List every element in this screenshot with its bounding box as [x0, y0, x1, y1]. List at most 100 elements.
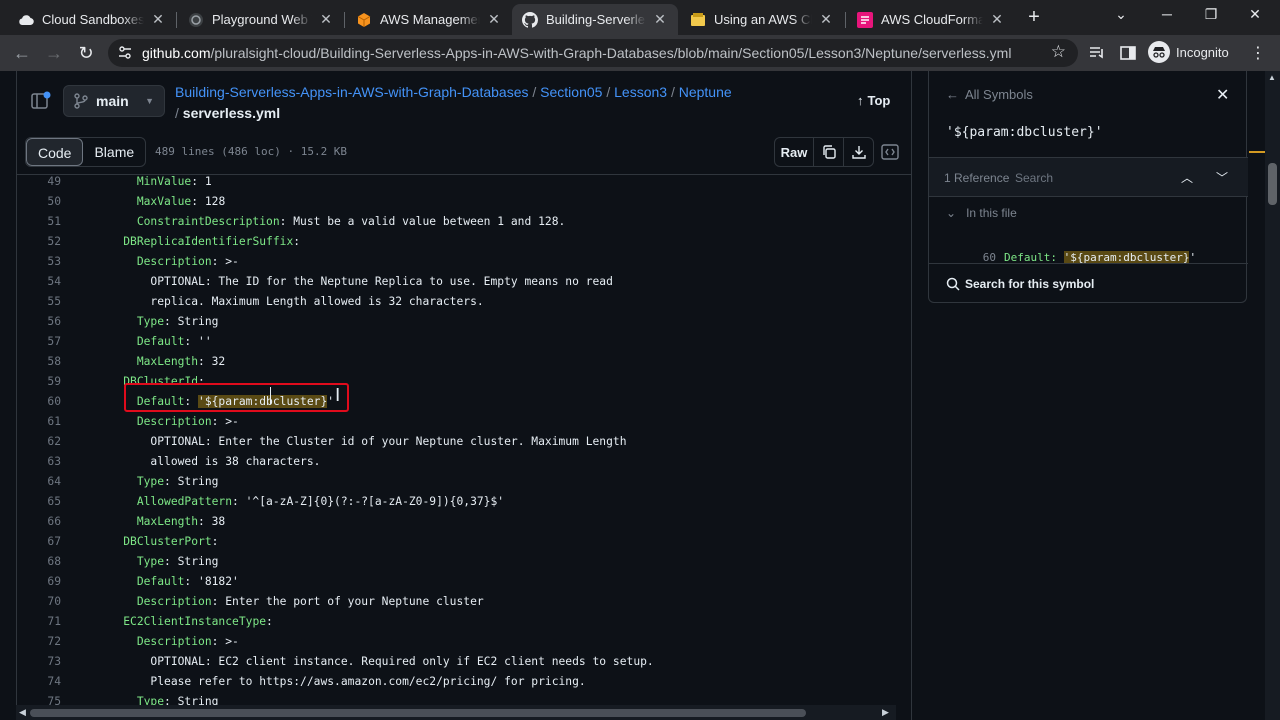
chevron-down-icon[interactable]: ﹀ [1216, 169, 1228, 186]
tab-aws-management[interactable]: AWS Management ✕ [346, 4, 512, 35]
close-icon[interactable]: ✕ [486, 11, 502, 28]
code-view[interactable]: 49 MinValue: 1 50 MaxValue: 128 51 Constra… [17, 175, 911, 708]
code-line[interactable]: 53 Description: >- [17, 252, 911, 272]
line-number[interactable]: 55 [17, 292, 61, 312]
line-number[interactable]: 70 [17, 592, 61, 612]
line-number[interactable]: 65 [17, 492, 61, 512]
line-number[interactable]: 59 [17, 372, 61, 392]
address-bar[interactable]: github.com/pluralsight-cloud/Building-Se… [108, 39, 1078, 67]
code-line[interactable]: 65 AllowedPattern: '^[a-zA-Z]{0}(?:-?[a-… [17, 492, 911, 512]
new-tab-button[interactable]: + [1022, 5, 1046, 29]
breadcrumb-neptune[interactable]: Neptune [679, 84, 732, 100]
code-line[interactable]: 62 OPTIONAL: Enter the Cluster id of you… [17, 432, 911, 452]
minimize-icon[interactable]: ─ [1152, 6, 1182, 22]
code-line[interactable]: 50 MaxValue: 128 [17, 192, 911, 212]
branch-selector[interactable]: main ▼ [63, 85, 165, 117]
reference-search-input[interactable]: Search [1015, 171, 1053, 185]
tab-playground[interactable]: Playground Web Te ✕ [178, 4, 344, 35]
breadcrumb-section05[interactable]: Section05 [540, 84, 602, 100]
back-arrow-icon[interactable]: ← [10, 41, 34, 65]
download-icon[interactable] [843, 138, 873, 166]
line-number[interactable]: 69 [17, 572, 61, 592]
code-line[interactable]: 68 Type: String [17, 552, 911, 572]
search-for-symbol-button[interactable]: Search for this symbol [929, 263, 1248, 303]
window-close-icon[interactable]: ✕ [1240, 6, 1270, 23]
scroll-left-icon[interactable]: ◀ [19, 707, 26, 718]
page-vertical-scrollbar[interactable]: ▲ [1265, 71, 1280, 720]
line-number[interactable]: 63 [17, 452, 61, 472]
line-number[interactable]: 60 [17, 392, 61, 412]
line-number[interactable]: 54 [17, 272, 61, 292]
line-number[interactable]: 52 [17, 232, 61, 252]
line-number[interactable]: 71 [17, 612, 61, 632]
code-line[interactable]: 67 DBClusterPort: [17, 532, 911, 552]
file-tree-toggle-icon[interactable] [30, 90, 52, 112]
forward-arrow-icon[interactable]: → [42, 41, 66, 65]
code-line[interactable]: 74 Please refer to https://aws.amazon.co… [17, 672, 911, 692]
code-line[interactable]: 49 MinValue: 1 [17, 175, 911, 192]
close-icon[interactable]: ✕ [150, 11, 166, 28]
code-line[interactable]: 70 Description: Enter the port of your N… [17, 592, 911, 612]
line-number[interactable]: 56 [17, 312, 61, 332]
raw-button[interactable]: Raw [775, 138, 813, 166]
scroll-right-icon[interactable]: ▶ [882, 707, 889, 718]
line-number[interactable]: 58 [17, 352, 61, 372]
line-number[interactable]: 72 [17, 632, 61, 652]
line-number[interactable]: 50 [17, 192, 61, 212]
code-line[interactable]: 73 OPTIONAL: EC2 client instance. Requir… [17, 652, 911, 672]
in-this-file-toggle[interactable]: ⌄ In this file [946, 206, 1017, 220]
line-number[interactable]: 67 [17, 532, 61, 552]
code-line[interactable]: 72 Description: >- [17, 632, 911, 652]
line-number[interactable]: 73 [17, 652, 61, 672]
restore-icon[interactable]: ❐ [1196, 6, 1226, 23]
scrollbar-thumb[interactable] [30, 709, 806, 717]
code-line[interactable]: 63 allowed is 38 characters. [17, 452, 911, 472]
chevron-up-icon[interactable]: ︿ [1181, 169, 1193, 186]
tab-search-icon[interactable]: ⌄ [1106, 6, 1136, 23]
incognito-profile[interactable]: Incognito [1148, 41, 1229, 63]
code-line[interactable]: 55 replica. Maximum Length allowed is 32… [17, 292, 911, 312]
all-symbols-link[interactable]: ← All Symbols [946, 87, 1033, 102]
horizontal-scrollbar[interactable]: ◀ ▶ [16, 705, 896, 720]
code-line[interactable]: 51 ConstraintDescription: Must be a vali… [17, 212, 911, 232]
line-number[interactable]: 51 [17, 212, 61, 232]
code-line[interactable]: 56 Type: String [17, 312, 911, 332]
copy-icon[interactable] [813, 138, 843, 166]
side-panel-icon[interactable] [1117, 42, 1139, 64]
line-number[interactable]: 49 [17, 175, 61, 192]
breadcrumb-repo[interactable]: Building-Serverless-Apps-in-AWS-with-Gra… [175, 84, 529, 100]
code-line[interactable]: 58 MaxLength: 32 [17, 352, 911, 372]
close-icon[interactable]: ✕ [818, 11, 834, 28]
line-number[interactable]: 66 [17, 512, 61, 532]
browser-menu-icon[interactable]: ⋮ [1250, 43, 1266, 63]
code-line[interactable]: 71 EC2ClientInstanceType: [17, 612, 911, 632]
scrollbar-thumb[interactable] [1268, 163, 1277, 205]
close-icon[interactable]: ✕ [652, 11, 668, 28]
code-line[interactable]: 57 Default: '' [17, 332, 911, 352]
line-number[interactable]: 74 [17, 672, 61, 692]
line-number[interactable]: 62 [17, 432, 61, 452]
code-line[interactable]: 54 OPTIONAL: The ID for the Neptune Repl… [17, 272, 911, 292]
code-line[interactable]: 69 Default: '8182' [17, 572, 911, 592]
close-icon[interactable]: ✕ [1216, 85, 1229, 105]
code-line[interactable]: 52 DBReplicaIdentifierSuffix: [17, 232, 911, 252]
code-line[interactable]: 64 Type: String [17, 472, 911, 492]
scroll-up-icon[interactable]: ▲ [1268, 73, 1276, 82]
code-tab[interactable]: Code [26, 138, 84, 166]
line-number[interactable]: 61 [17, 412, 61, 432]
top-button[interactable]: ↑ Top [857, 93, 890, 108]
line-number[interactable]: 64 [17, 472, 61, 492]
symbols-panel-icon[interactable] [877, 139, 903, 165]
breadcrumb-lesson3[interactable]: Lesson3 [614, 84, 667, 100]
line-number[interactable]: 68 [17, 552, 61, 572]
code-line[interactable]: 61 Description: >- [17, 412, 911, 432]
code-line[interactable]: 66 MaxLength: 38 [17, 512, 911, 532]
site-info-icon[interactable] [118, 45, 132, 66]
line-number[interactable]: 57 [17, 332, 61, 352]
tab-using-aws-cloud[interactable]: Using an AWS Clou ✕ [680, 4, 844, 35]
tab-aws-cloudformation[interactable]: AWS CloudFormatio ✕ [847, 4, 1015, 35]
tab-building-serverless[interactable]: Building-Serverless ✕ [512, 4, 678, 35]
tab-cloud-sandboxes[interactable]: Cloud Sandboxes - ✕ [8, 4, 176, 35]
close-icon[interactable]: ✕ [318, 11, 334, 28]
media-queue-icon[interactable] [1086, 42, 1108, 64]
